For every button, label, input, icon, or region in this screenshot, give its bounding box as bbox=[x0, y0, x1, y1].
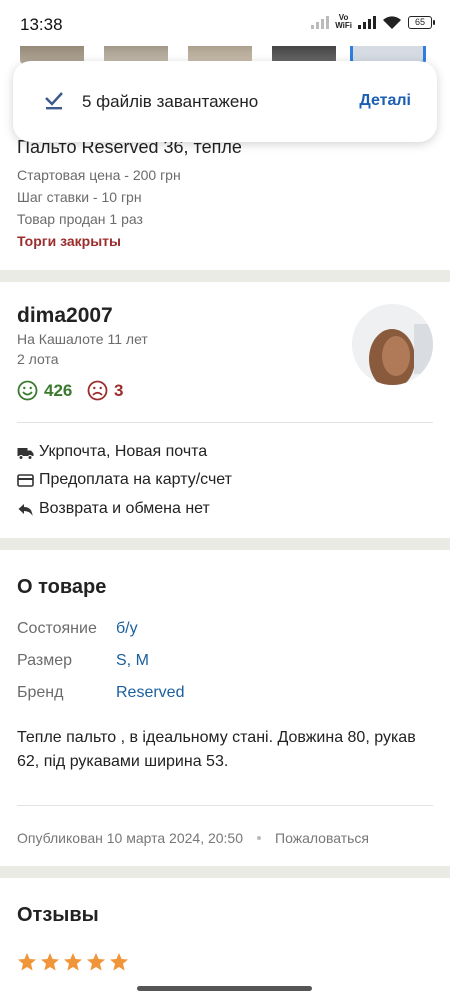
star-icon bbox=[110, 953, 128, 971]
section-separator bbox=[0, 538, 450, 550]
property-label: Состояние bbox=[17, 620, 97, 637]
vowifi-icon: Vo WiFi bbox=[335, 14, 352, 30]
section-separator bbox=[0, 866, 450, 878]
status-time: 13:38 bbox=[20, 15, 63, 34]
upload-notification[interactable]: 5 файлів завантажено Деталі bbox=[13, 61, 437, 142]
review-stars bbox=[17, 952, 129, 972]
divider bbox=[17, 422, 433, 423]
negative-count: 3 bbox=[114, 380, 124, 400]
published-row: Опубликован 10 марта 2024, 20:50 Пожалов… bbox=[17, 830, 369, 846]
notification-details-button[interactable]: Деталі bbox=[359, 92, 411, 110]
seller-photo bbox=[352, 304, 433, 385]
positive-rating[interactable]: 426 bbox=[17, 380, 72, 401]
signal-icon bbox=[311, 15, 330, 29]
seller-lots-count[interactable]: 2 лота bbox=[17, 351, 59, 367]
divider bbox=[17, 805, 433, 806]
property-label: Размер bbox=[17, 652, 72, 669]
wifi-icon bbox=[383, 15, 401, 29]
positive-count: 426 bbox=[44, 380, 73, 400]
return-icon bbox=[18, 503, 33, 516]
star-icon bbox=[87, 953, 105, 971]
dot-separator bbox=[257, 836, 262, 840]
status-bar: 13:38 Vo WiFi 65 bbox=[0, 0, 450, 46]
truck-icon bbox=[17, 447, 34, 460]
property-value-size[interactable]: S, M bbox=[116, 652, 149, 670]
feature-label: Укрпочта, Новая почта bbox=[39, 443, 208, 460]
sold-count: Товар продан 1 раз bbox=[17, 211, 143, 227]
seller-member-since: На Кашалоте 11 лет bbox=[17, 331, 148, 347]
home-indicator[interactable] bbox=[137, 986, 312, 991]
signal-strong-icon bbox=[358, 15, 376, 29]
smile-icon bbox=[17, 380, 38, 401]
section-separator bbox=[0, 270, 450, 282]
card-icon bbox=[17, 473, 34, 487]
reviews-heading: Отзывы bbox=[17, 904, 99, 926]
battery-icon: 65 bbox=[408, 15, 435, 29]
vowifi-bottom-label: WiFi bbox=[335, 21, 352, 30]
feature-return: Возврата и обмена нет bbox=[17, 500, 210, 518]
report-link[interactable]: Пожаловаться bbox=[275, 830, 369, 846]
property-value-brand[interactable]: Reserved bbox=[116, 684, 184, 702]
start-price: Стартовая цена - 200 грн bbox=[17, 167, 181, 183]
check-icon bbox=[45, 92, 63, 110]
published-date: Опубликован 10 марта 2024, 20:50 bbox=[17, 830, 244, 846]
notification-message: 5 файлів завантажено bbox=[82, 92, 259, 111]
feature-payment: Предоплата на карту/счет bbox=[17, 471, 232, 489]
about-heading: О товаре bbox=[17, 576, 107, 598]
bid-step: Шаг ставки - 10 грн bbox=[17, 189, 142, 205]
property-label: Бренд bbox=[17, 684, 64, 701]
lot-description: Тепле пальто , в ідеальному стані. Довжи… bbox=[17, 729, 416, 770]
star-icon bbox=[41, 953, 59, 971]
feature-delivery: Укрпочта, Новая почта bbox=[17, 443, 207, 461]
seller-name[interactable]: dima2007 bbox=[17, 304, 113, 328]
frown-icon bbox=[87, 380, 108, 401]
status-icons: Vo WiFi 65 bbox=[311, 14, 435, 30]
feature-label: Возврата и обмена нет bbox=[39, 500, 210, 517]
negative-rating[interactable]: 3 bbox=[87, 380, 123, 401]
property-value-condition[interactable]: б/у bbox=[116, 620, 138, 638]
feature-label: Предоплата на карту/счет bbox=[39, 471, 232, 488]
avatar[interactable] bbox=[352, 304, 433, 385]
battery-level: 65 bbox=[414, 16, 425, 27]
star-icon bbox=[64, 953, 82, 971]
star-icon bbox=[18, 953, 36, 971]
auction-status: Торги закрыты bbox=[17, 233, 121, 249]
